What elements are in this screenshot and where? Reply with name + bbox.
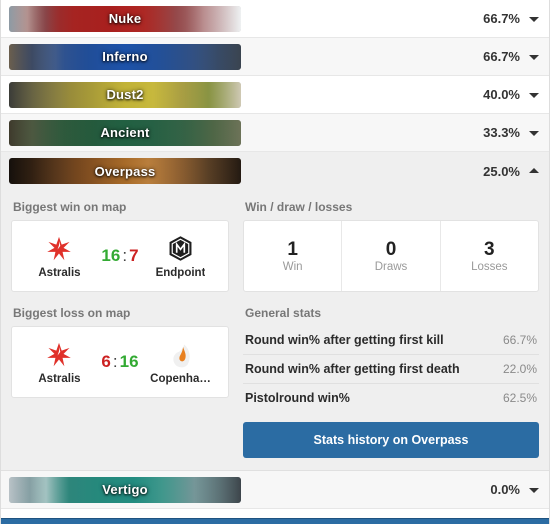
- map-row-ancient[interactable]: Ancient 33.3%: [1, 114, 549, 152]
- wdl-label: Win: [282, 260, 303, 273]
- wdl-cell-win: 1 Win: [244, 221, 343, 291]
- wdl-cell-draws: 0 Draws: [342, 221, 441, 291]
- map-row-vertigo[interactable]: Vertigo 0.0%: [1, 471, 549, 509]
- map-banner-inferno: Inferno: [9, 43, 241, 70]
- win-draw-loss-box: 1 Win 0 Draws 3 Losses: [243, 220, 539, 292]
- chevron-down-icon[interactable]: [529, 485, 539, 495]
- wdl-label: Draws: [374, 260, 408, 273]
- biggest-win-home-team: Astralis: [22, 234, 96, 279]
- chevron-down-icon[interactable]: [529, 14, 539, 24]
- biggest-loss-home-team: Astralis: [22, 340, 96, 385]
- wdl-value: 1: [287, 239, 298, 261]
- home-score: 6: [101, 352, 111, 371]
- biggest-loss-title: Biggest loss on map: [13, 306, 131, 320]
- map-win-percent: 33.3%: [483, 125, 520, 140]
- stat-row-first-death: Round win% after getting first death 22.…: [243, 355, 539, 384]
- chevron-down-icon[interactable]: [529, 90, 539, 100]
- map-row-dust2[interactable]: Dust2 40.0%: [1, 76, 549, 114]
- team-name: Astralis: [38, 266, 81, 279]
- map-name-label: Dust2: [106, 87, 144, 102]
- wdl-value: 0: [385, 239, 397, 261]
- stat-value: 22.0%: [502, 362, 537, 376]
- detail-left-column: Biggest win on map Astralis 16:7 Endpoin…: [11, 200, 229, 458]
- biggest-win-away-team: Endpoint: [144, 234, 218, 279]
- wdl-cell-losses: 3 Losses: [441, 221, 538, 291]
- map-row-nuke[interactable]: Nuke 66.7%: [1, 0, 549, 38]
- detail-right-column: Win / draw / losses 1 Win 0 Draws 3 Loss…: [243, 200, 539, 458]
- map-stats-panel: Nuke 66.7% Inferno 66.7% Dust2 40.0% Anc…: [0, 0, 550, 524]
- team-name: Copenha…: [150, 372, 211, 385]
- astralis-star-logo: [46, 234, 72, 264]
- biggest-win-title: Biggest win on map: [13, 200, 127, 214]
- stat-label: Round win% after getting first kill: [245, 333, 444, 347]
- stats-history-button[interactable]: Stats history on Overpass: [243, 422, 539, 458]
- map-win-percent: 66.7%: [483, 49, 520, 64]
- chevron-up-icon[interactable]: [529, 166, 539, 176]
- team-name: Endpoint: [155, 266, 206, 279]
- biggest-loss-score: 6:16: [101, 352, 138, 372]
- score-separator: :: [122, 246, 128, 265]
- biggest-win-card[interactable]: Astralis 16:7 Endpoint: [11, 220, 229, 292]
- wdl-label: Losses: [471, 260, 508, 273]
- map-banner-overpass: Overpass: [9, 158, 241, 184]
- chevron-down-icon[interactable]: [529, 128, 539, 138]
- stat-value: 62.5%: [502, 391, 537, 405]
- map-row-overpass[interactable]: Overpass 25.0%: [1, 152, 549, 190]
- stat-label: Pistolround win%: [245, 391, 350, 405]
- map-win-percent: 0.0%: [490, 482, 520, 497]
- biggest-win-score: 16:7: [101, 246, 138, 266]
- endpoint-hexagon-logo: [167, 234, 194, 264]
- biggest-loss-card[interactable]: Astralis 6:16 Copenha…: [11, 326, 229, 398]
- map-detail-overpass: Biggest win on map Astralis 16:7 Endpoin…: [1, 190, 549, 471]
- wdl-title: Win / draw / losses: [245, 200, 353, 214]
- stat-label: Round win% after getting first death: [245, 362, 460, 376]
- map-name-label: Ancient: [100, 125, 150, 140]
- astralis-star-logo: [46, 340, 72, 370]
- map-banner-ancient: Ancient: [9, 119, 241, 146]
- biggest-loss-away-team: Copenha…: [144, 340, 218, 385]
- map-row-inferno[interactable]: Inferno 66.7%: [1, 38, 549, 76]
- map-win-percent: 40.0%: [483, 87, 520, 102]
- away-score: 16: [119, 352, 139, 371]
- map-name-label: Vertigo: [102, 482, 148, 497]
- map-win-percent: 25.0%: [483, 163, 520, 179]
- map-name-label: Inferno: [102, 49, 148, 64]
- stat-value: 66.7%: [502, 333, 537, 347]
- team-name: Astralis: [38, 372, 81, 385]
- chevron-down-icon[interactable]: [529, 52, 539, 62]
- wdl-value: 3: [484, 239, 495, 261]
- home-score: 16: [101, 246, 121, 265]
- bottom-accent-bar: [1, 518, 549, 524]
- map-win-percent: 66.7%: [483, 11, 520, 26]
- general-stats-title: General stats: [245, 306, 322, 320]
- away-score: 7: [129, 246, 139, 265]
- map-name-label: Nuke: [108, 11, 142, 26]
- map-banner-nuke: Nuke: [9, 5, 241, 32]
- map-banner-vertigo: Vertigo: [9, 476, 241, 503]
- copenhagen-flames-logo: [168, 340, 194, 370]
- stat-row-first-kill: Round win% after getting first kill 66.7…: [243, 326, 539, 355]
- map-name-label: Overpass: [94, 163, 156, 179]
- map-banner-dust2: Dust2: [9, 81, 241, 108]
- stat-row-pistolround: Pistolround win% 62.5%: [243, 384, 539, 412]
- score-separator: :: [112, 352, 118, 371]
